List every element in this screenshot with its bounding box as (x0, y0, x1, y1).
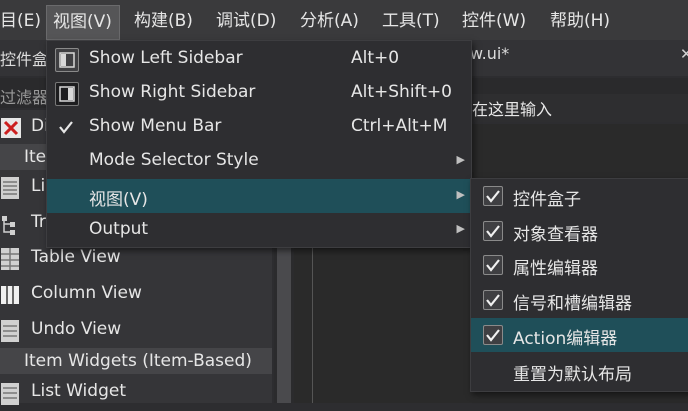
scrollbar-thumb[interactable] (277, 240, 291, 403)
chevron-right-icon: ▶ (456, 153, 465, 166)
checkbox-checked-icon (483, 290, 503, 310)
submenu-item-signal-slot-editor[interactable]: 信号和槽编辑器 (471, 283, 688, 317)
chevron-right-icon: ▶ (456, 188, 465, 201)
menu-help[interactable]: 帮助(H) (544, 5, 616, 38)
menu-item-show-left-sidebar[interactable]: Show Left Sidebar Alt+0 (47, 42, 471, 76)
type-here-hint: 在这里输入 (472, 100, 553, 119)
checkbox-checked-icon (483, 325, 503, 345)
left-sidebar-icon (55, 48, 79, 72)
submenu-item-action-editor[interactable]: Action编辑器 (471, 318, 688, 352)
menu-build[interactable]: 构建(B) (128, 5, 199, 38)
submenu-item-property-editor[interactable]: 属性编辑器 (471, 248, 688, 282)
table-view-icon (0, 245, 22, 273)
checkmark-icon (55, 116, 77, 138)
menu-view[interactable]: 视图(V) (46, 5, 120, 40)
submenu-item-object-inspector[interactable]: 对象查看器 (471, 214, 688, 248)
menu-analyze[interactable]: 分析(A) (294, 5, 365, 38)
checkbox-checked-icon (483, 221, 503, 241)
list-item[interactable]: List Widget (0, 375, 272, 411)
document-tab[interactable]: w.ui* (470, 44, 509, 63)
menu-item-show-menu-bar[interactable]: Show Menu Bar Ctrl+Alt+M (47, 110, 471, 144)
undo-view-icon (0, 317, 22, 345)
right-sidebar-icon (55, 82, 79, 106)
menu-item-output[interactable]: Output ▶ (47, 213, 471, 247)
list-item[interactable]: Undo View (0, 313, 272, 349)
view-menu: Show Left Sidebar Alt+0 Show Right Sideb… (46, 40, 472, 248)
submenu-item-reset-layout[interactable]: 重置为默认布局 (471, 354, 688, 388)
menu-bar: 目(E) 视图(V) 构建(B) 调试(D) 分析(A) 工具(T) 控件(W)… (0, 0, 688, 41)
list-item[interactable]: Column View (0, 277, 272, 313)
checkbox-checked-icon (483, 255, 503, 275)
menu-item-mode-selector-style[interactable]: Mode Selector Style ▶ (47, 144, 471, 178)
close-red-icon (0, 114, 22, 142)
category-header[interactable]: Item Widgets (Item-Based) (0, 348, 272, 374)
menu-tools[interactable]: 工具(T) (376, 5, 446, 38)
menu-debug[interactable]: 调试(D) (210, 5, 282, 38)
column-view-icon (0, 281, 22, 309)
menu-edit[interactable]: 目(E) (0, 5, 47, 38)
close-icon[interactable]: ✕ (680, 45, 688, 63)
list-view-icon (0, 174, 22, 202)
menu-item-views[interactable]: 视图(V) ▶ (47, 179, 471, 213)
menu-widgets[interactable]: 控件(W) (456, 5, 532, 38)
submenu-item-widget-box[interactable]: 控件盒子 (471, 179, 688, 213)
checkbox-checked-icon (483, 186, 503, 206)
tree-view-icon (0, 210, 22, 238)
filter-input[interactable]: 过滤器 (0, 84, 48, 108)
menu-item-show-right-sidebar[interactable]: Show Right Sidebar Alt+Shift+0 (47, 76, 471, 110)
chevron-right-icon: ▶ (456, 222, 465, 235)
views-submenu: 控件盒子 对象查看器 属性编辑器 信号和槽编辑器 Action编辑器 重置为默认… (470, 178, 688, 392)
